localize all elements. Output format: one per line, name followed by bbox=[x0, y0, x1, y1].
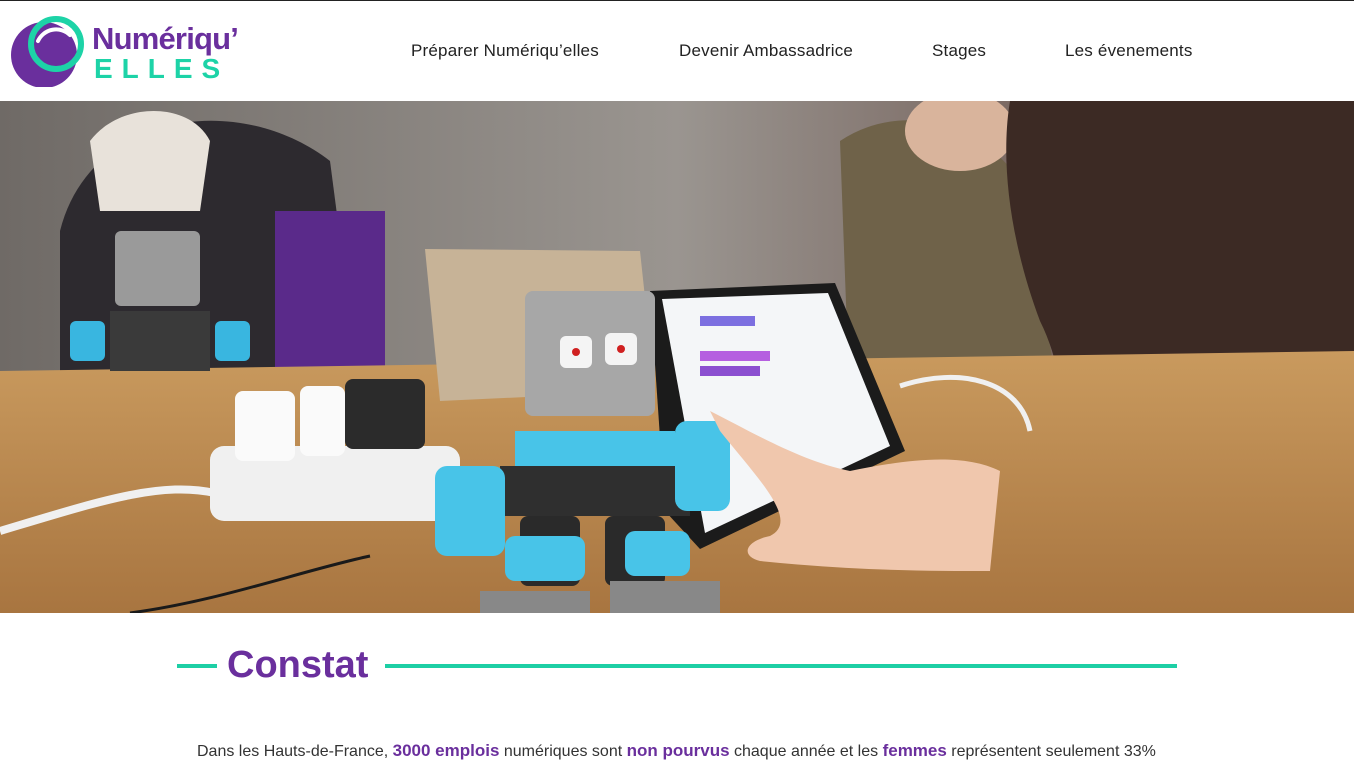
site-header: Numériqu’ ELLES Préparer Numériqu’elles … bbox=[0, 1, 1354, 101]
title-rule-left bbox=[177, 664, 217, 668]
main-nav: Préparer Numériqu’elles Devenir Ambassad… bbox=[0, 1, 1354, 101]
hero-photo bbox=[0, 101, 1354, 613]
section-title: Constat bbox=[227, 644, 369, 686]
title-rule-right bbox=[385, 664, 1177, 668]
nav-item-stages[interactable]: Stages bbox=[932, 41, 986, 61]
para-text-4: représentent seulement 33% bbox=[946, 743, 1156, 760]
nav-item-ambassadrice[interactable]: Devenir Ambassadrice bbox=[679, 41, 853, 61]
para-highlight-non-pourvus: non pourvus bbox=[626, 741, 730, 760]
hero-image bbox=[0, 101, 1354, 613]
para-text-3: chaque année et les bbox=[729, 743, 883, 760]
nav-item-preparer[interactable]: Préparer Numériqu’elles bbox=[411, 41, 599, 61]
nav-item-evenements[interactable]: Les évenements bbox=[1065, 41, 1193, 61]
para-text-2: numériques sont bbox=[499, 743, 627, 760]
section-constat-header: Constat bbox=[177, 640, 1177, 696]
constat-paragraph: Dans les Hauts-de-France, 3000 emplois n… bbox=[197, 740, 1157, 768]
para-text-1: Dans les Hauts-de-France, bbox=[197, 743, 393, 760]
para-highlight-emplois: 3000 emplois bbox=[392, 741, 500, 760]
para-highlight-femmes: femmes bbox=[882, 741, 947, 760]
